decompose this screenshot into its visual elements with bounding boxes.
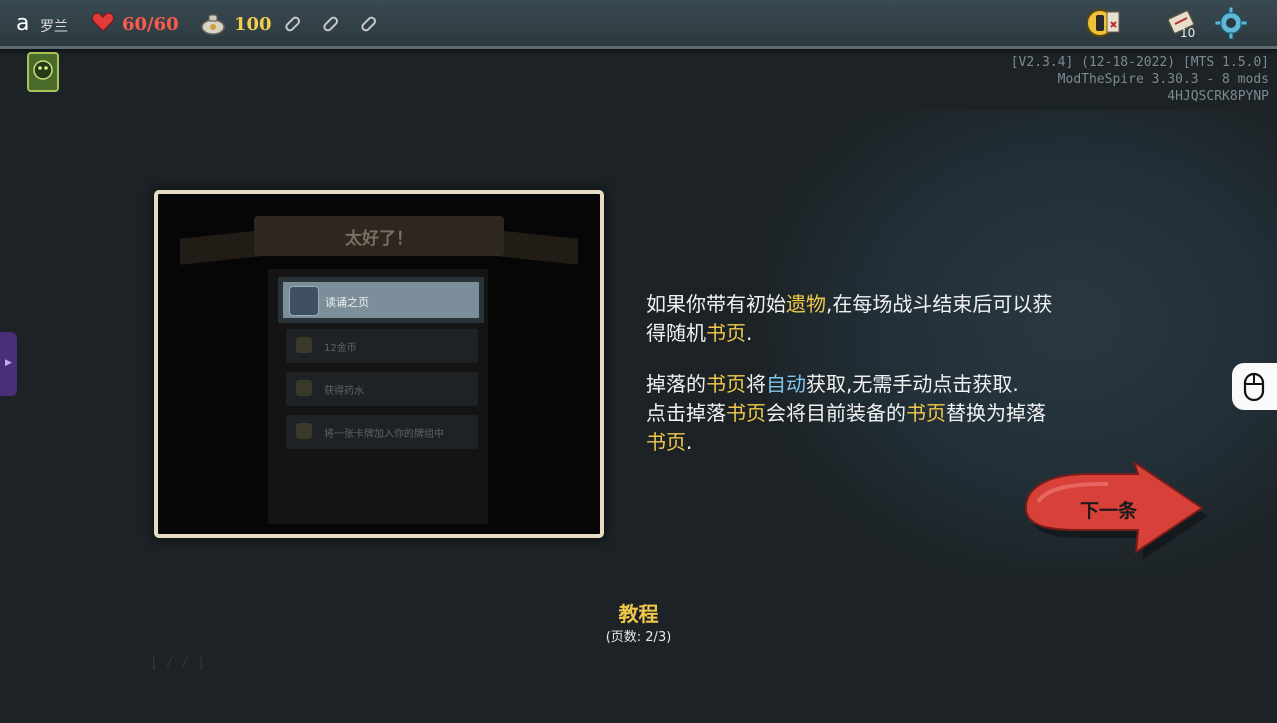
chevron-right-icon: ▶	[5, 358, 12, 368]
heart-icon	[92, 12, 114, 32]
reward-option: 将一张卡牌加入你的牌组中	[286, 415, 478, 449]
gold-value: 100	[234, 14, 272, 35]
player-letter: a	[16, 11, 30, 36]
reward-banner: 太好了！	[254, 216, 504, 256]
potion-icon	[296, 380, 312, 396]
top-bar: a 罗兰 60/60 100 10	[0, 0, 1277, 49]
gear-icon[interactable]	[1214, 6, 1248, 40]
tutorial-paragraph-2: 掉落的书页将自动获取,无需手动点击获取.	[646, 372, 1019, 396]
faded-text: [ / / ]	[150, 656, 205, 671]
tutorial-title: 教程	[618, 602, 659, 626]
reward-option: 获得药水	[286, 372, 478, 406]
deck-count: 10	[1180, 26, 1196, 40]
tutorial-preview-image: 太好了！ 读诵之页 12金币 获得药水 将一张卡牌加入你的牌组中	[154, 190, 604, 538]
hp-value: 60/60	[122, 14, 179, 35]
mouse-icon	[1243, 372, 1265, 402]
player-name: 罗兰	[40, 19, 68, 35]
gold-pouch-icon	[201, 14, 225, 35]
potion-slot-icon[interactable]	[281, 13, 303, 35]
reward-option-highlighted: 读诵之页	[278, 277, 484, 323]
reward-option: 12金币	[286, 329, 478, 363]
tutorial-paragraph-1: 如果你带有初始遗物,在每场战斗结束后可以获 得随机书页.	[646, 292, 1053, 345]
version-info: [V2.3.4] (12-18-2022) [MTS 1.5.0] ModThe…	[1010, 55, 1269, 104]
potion-slot-icon[interactable]	[319, 13, 341, 35]
side-panel-tab[interactable]: ▶	[0, 332, 17, 396]
card-icon	[296, 423, 312, 439]
next-button[interactable]: 下一条	[1080, 496, 1137, 523]
potion-slot-icon[interactable]	[357, 13, 379, 35]
reward-banner-title: 太好了！	[345, 229, 413, 249]
page-icon	[289, 286, 319, 316]
gold-icon	[296, 337, 312, 353]
map-icon[interactable]	[1087, 6, 1121, 40]
tutorial-paragraph-3: 点击掉落书页会将目前装备的书页替换为掉落 书页.	[646, 401, 1046, 454]
tutorial-page-count: (页数: 2/3)	[605, 630, 672, 645]
relic-icon[interactable]	[25, 50, 61, 94]
mouse-control-button[interactable]	[1232, 363, 1277, 410]
